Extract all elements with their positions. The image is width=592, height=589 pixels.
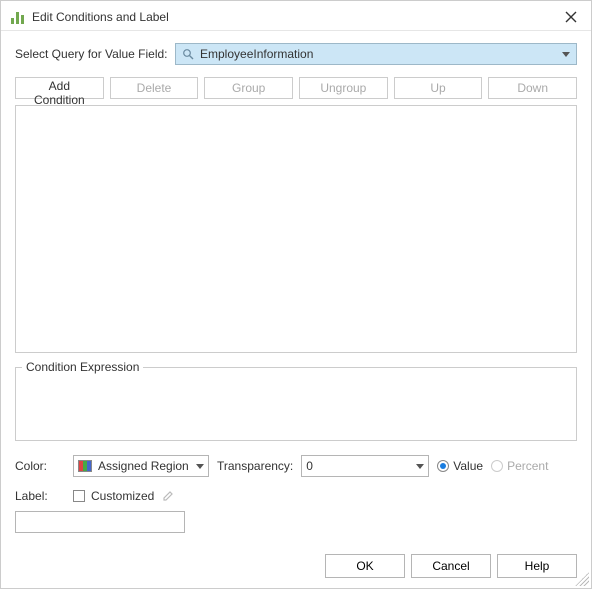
cancel-button[interactable]: Cancel (411, 554, 491, 578)
query-label: Select Query for Value Field: (15, 47, 175, 61)
chevron-down-icon (196, 464, 204, 469)
label-input[interactable] (15, 511, 185, 533)
dialog-content: Select Query for Value Field: EmployeeIn… (1, 31, 591, 588)
ungroup-button[interactable]: Ungroup (299, 77, 388, 99)
transparency-value: 0 (306, 459, 410, 473)
titlebar: Edit Conditions and Label (1, 1, 591, 31)
label-input-row (15, 511, 577, 533)
edit-icon (162, 490, 174, 502)
condition-expression-fieldset: Condition Expression (15, 367, 577, 441)
color-label: Color: (15, 459, 65, 473)
percent-radio-label: Percent (507, 459, 548, 473)
color-select-value: Assigned Region (98, 459, 190, 473)
query-select[interactable]: EmployeeInformation (175, 43, 577, 65)
customized-checkbox-label: Customized (91, 489, 154, 503)
condition-expression-legend: Condition Expression (22, 360, 143, 374)
group-button[interactable]: Group (204, 77, 293, 99)
close-icon[interactable] (561, 7, 581, 27)
resize-grip[interactable] (575, 572, 589, 586)
color-row: Color: Assigned Region Transparency: 0 V… (15, 455, 577, 477)
dialog-title: Edit Conditions and Label (32, 10, 561, 24)
conditions-list[interactable] (15, 105, 577, 353)
query-row: Select Query for Value Field: EmployeeIn… (15, 43, 577, 65)
label-label: Label: (15, 489, 65, 503)
customized-checkbox[interactable]: Customized (73, 489, 154, 503)
delete-button[interactable]: Delete (110, 77, 199, 99)
color-swatch-icon (78, 460, 92, 472)
search-icon (182, 48, 194, 60)
up-button[interactable]: Up (394, 77, 483, 99)
percent-radio: Percent (491, 459, 548, 473)
value-radio-label: Value (453, 459, 483, 473)
color-select[interactable]: Assigned Region (73, 455, 209, 477)
ok-button[interactable]: OK (325, 554, 405, 578)
condition-button-row: Add Condition Delete Group Ungroup Up Do… (15, 77, 577, 99)
add-condition-button[interactable]: Add Condition (15, 77, 104, 99)
help-button[interactable]: Help (497, 554, 577, 578)
chart-icon (11, 10, 24, 24)
transparency-select[interactable]: 0 (301, 455, 429, 477)
chevron-down-icon (416, 464, 424, 469)
down-button[interactable]: Down (488, 77, 577, 99)
query-select-value: EmployeeInformation (200, 47, 562, 61)
transparency-label: Transparency: (217, 459, 293, 473)
footer-buttons: OK Cancel Help (15, 554, 577, 578)
dialog: Edit Conditions and Label Select Query f… (0, 0, 592, 589)
value-radio[interactable]: Value (437, 459, 483, 473)
label-row: Label: Customized (15, 489, 577, 503)
chevron-down-icon (562, 52, 570, 57)
